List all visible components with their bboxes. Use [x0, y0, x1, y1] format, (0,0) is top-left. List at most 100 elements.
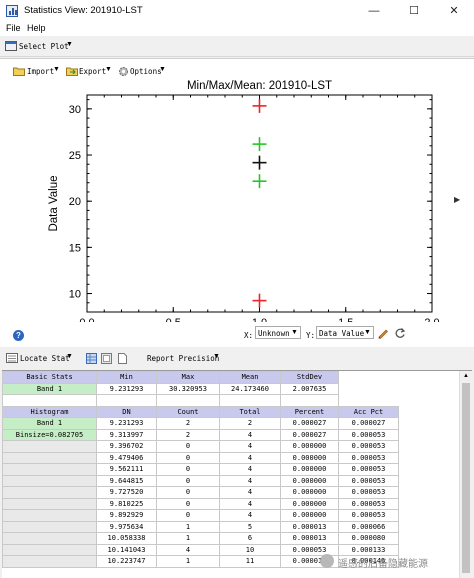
- main-toolbar: Select Plot ▼: [0, 37, 474, 57]
- gear-icon: [119, 67, 128, 76]
- y-tick-label: 15: [69, 242, 81, 254]
- locate-stat-icon: [6, 353, 18, 363]
- copy-icon[interactable]: [101, 353, 112, 364]
- total-value: 2: [219, 417, 281, 430]
- percent-value: 0.000000: [280, 486, 339, 499]
- document-icon[interactable]: [117, 353, 128, 364]
- menu-bar: File Help: [0, 22, 474, 36]
- stddev-header: StdDev: [280, 371, 339, 384]
- count-value: 0: [156, 440, 220, 453]
- chevron-down-icon: ▼: [159, 66, 166, 73]
- dn-value: 9.562111: [96, 463, 157, 476]
- percent-value: 0.000000: [280, 474, 339, 487]
- count-value: 0: [156, 463, 220, 476]
- count-value: 0: [156, 486, 220, 499]
- count-value: 2: [156, 428, 220, 441]
- stats-toolbar: Locate Stat ▼ Report Precision ▼: [0, 347, 474, 369]
- total-value: 4: [219, 428, 281, 441]
- acc-pct-value: 0.000053: [338, 428, 399, 441]
- acc-pct-value: 0.000066: [338, 520, 399, 533]
- window-title: Statistics View: 201910-LST: [24, 5, 143, 16]
- chevron-down-icon: ▼: [364, 329, 371, 336]
- chevron-down-icon: ▼: [213, 353, 220, 360]
- minimize-button[interactable]: —: [354, 0, 394, 22]
- acc-pct-value: 0.000053: [338, 474, 399, 487]
- histogram-empty-cell: [2, 555, 97, 568]
- collapse-arrow-icon[interactable]: ▶: [454, 195, 460, 204]
- histogram-empty-cell: [2, 486, 97, 499]
- x-axis-label: X:: [244, 331, 254, 340]
- percent-value: 0.000027: [280, 428, 339, 441]
- y-axis-select[interactable]: Data Value ▼: [316, 326, 374, 339]
- menu-file[interactable]: File: [6, 23, 21, 33]
- dn-value: 9.313997: [96, 428, 157, 441]
- y-tick-label: 25: [69, 150, 81, 162]
- histogram-band-label[interactable]: Band 1: [2, 417, 97, 430]
- histogram-empty-cell: [2, 463, 97, 476]
- plot-window-icon: [5, 41, 17, 51]
- spacer-row: [2, 394, 459, 407]
- histogram-row: 9.396702 0 4 0.000000 0.000053: [2, 440, 459, 453]
- binsize-label[interactable]: Binsize=0.082705: [2, 428, 97, 441]
- x-tick-label: 0.5: [166, 317, 181, 322]
- histogram-row: 9.644815 0 4 0.000000 0.000053: [2, 474, 459, 487]
- histogram-row: 9.562111 0 4 0.000000 0.000053: [2, 463, 459, 476]
- count-value: 1: [156, 555, 220, 568]
- histogram-row: Binsize=0.082705 9.313997 2 4 0.000027 0.0000…: [2, 428, 459, 441]
- count-header: Count: [156, 405, 220, 418]
- chevron-down-icon: ▼: [66, 41, 73, 48]
- basic-stats-row: Band 1 9.231293 30.320953 24.173460 2.00…: [2, 382, 459, 395]
- x-axis-select[interactable]: Unknown ▼: [255, 326, 301, 339]
- pencil-icon[interactable]: [377, 327, 389, 339]
- total-value: 4: [219, 451, 281, 464]
- percent-value: 0.000013: [280, 520, 339, 533]
- histogram-empty-cell: [2, 520, 97, 533]
- histogram-row: 10.058338 1 6 0.000013 0.000080: [2, 532, 459, 545]
- histogram-header: Histogram: [2, 405, 97, 418]
- select-plot-button[interactable]: Select Plot ▼: [5, 40, 75, 53]
- histogram-row: 9.892929 0 4 0.000000 0.000053: [2, 509, 459, 522]
- x-tick-label: 1.5: [338, 317, 353, 322]
- table-view-icon[interactable]: [86, 353, 97, 364]
- total-header: Total: [219, 405, 281, 418]
- menu-help[interactable]: Help: [27, 23, 46, 33]
- acc-pct-value: 0.000053: [338, 463, 399, 476]
- dn-value: 9.231293: [96, 417, 157, 430]
- count-value: 0: [156, 509, 220, 522]
- dn-value: 9.892929: [96, 509, 157, 522]
- report-precision-button[interactable]: Report Precision ▼: [147, 352, 221, 365]
- scrollbar-thumb[interactable]: [462, 383, 470, 573]
- maximize-button[interactable]: ☐: [394, 0, 434, 22]
- max-value: 30.320953: [156, 382, 220, 395]
- histogram-empty-cell: [2, 543, 97, 556]
- refresh-icon[interactable]: [394, 327, 406, 339]
- title-bar: Statistics View: 201910-LST — ☐ ✕: [0, 0, 474, 22]
- total-value: 4: [219, 509, 281, 522]
- histogram-row: 9.479406 0 4 0.000000 0.000053: [2, 451, 459, 464]
- total-value: 4: [219, 474, 281, 487]
- help-icon[interactable]: ?: [13, 330, 24, 341]
- close-button[interactable]: ✕: [434, 0, 474, 22]
- mean-header: Mean: [219, 371, 281, 384]
- percent-value: 0.000000: [280, 440, 339, 453]
- dn-value: 9.396702: [96, 440, 157, 453]
- dn-value: 9.479406: [96, 451, 157, 464]
- scroll-up-icon[interactable]: ▲: [463, 373, 469, 379]
- statistics-table-area: Basic Stats Min Max Mean StdDev Band 1 9…: [2, 370, 472, 578]
- chevron-down-icon: ▼: [105, 66, 112, 73]
- acc-pct-value: 0.000133: [338, 543, 399, 556]
- total-value: 4: [219, 486, 281, 499]
- dn-value: 9.727520: [96, 486, 157, 499]
- dn-value: 9.810225: [96, 497, 157, 510]
- count-value: 2: [156, 417, 220, 430]
- percent-value: 0.000027: [280, 417, 339, 430]
- percent-value: 0.000000: [280, 509, 339, 522]
- percent-value: 0.000000: [280, 463, 339, 476]
- count-value: 1: [156, 532, 220, 545]
- locate-stat-button[interactable]: Locate Stat ▼: [6, 352, 73, 365]
- y-tick-label: 10: [69, 289, 81, 301]
- band-label[interactable]: Band 1: [2, 382, 97, 395]
- dn-value: 10.141043: [96, 543, 157, 556]
- vertical-scrollbar[interactable]: ▲: [459, 371, 472, 578]
- histogram-row: 9.975634 1 5 0.000013 0.000066: [2, 520, 459, 533]
